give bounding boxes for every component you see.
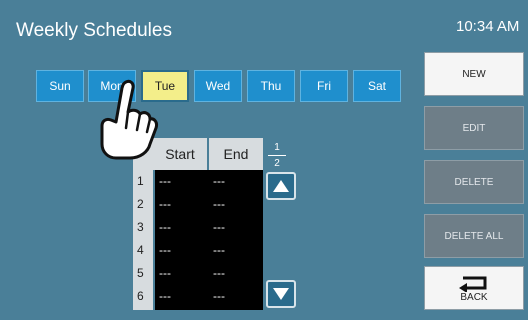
end-cell: --- [213, 197, 225, 211]
day-button-sun[interactable]: Sun [36, 70, 84, 102]
end-cell: --- [213, 243, 225, 257]
row-number: 5 [137, 266, 144, 280]
back-button[interactable]: BACK [424, 266, 524, 310]
page-title: Weekly Schedules [16, 20, 172, 41]
day-button-sat[interactable]: Sat [353, 70, 401, 102]
end-cell: --- [213, 220, 225, 234]
triangle-up-icon [273, 180, 289, 192]
end-cell: --- [213, 174, 225, 188]
end-header: End [209, 138, 263, 170]
row-number: 6 [137, 289, 144, 303]
new-button[interactable]: NEW [424, 52, 524, 96]
table-row[interactable]: 3 --- --- [133, 217, 263, 240]
start-cell: --- [159, 220, 171, 234]
start-cell: --- [159, 174, 171, 188]
start-cell: --- [159, 266, 171, 280]
triangle-down-icon [273, 288, 289, 300]
end-cell: --- [213, 289, 225, 303]
scroll-down-button[interactable] [266, 280, 296, 308]
delete-button[interactable]: DELETE [424, 160, 524, 204]
row-number: 3 [137, 220, 144, 234]
back-label: BACK [460, 291, 488, 303]
edit-button[interactable]: EDIT [424, 106, 524, 150]
current-page: 1 [274, 142, 280, 153]
pointing-hand-icon [100, 79, 158, 160]
day-button-fri[interactable]: Fri [300, 70, 348, 102]
start-cell: --- [159, 197, 171, 211]
page-divider [268, 155, 286, 156]
end-cell: --- [213, 266, 225, 280]
row-number: 4 [137, 243, 144, 257]
clock: 10:34 AM [456, 18, 520, 35]
total-pages: 2 [274, 158, 280, 169]
table-row[interactable]: 5 --- --- [133, 263, 263, 286]
day-button-thu[interactable]: Thu [247, 70, 295, 102]
start-cell: --- [159, 243, 171, 257]
table-row[interactable]: 2 --- --- [133, 194, 263, 217]
row-number: 1 [137, 174, 144, 188]
day-button-wed[interactable]: Wed [194, 70, 242, 102]
table-row[interactable]: 4 --- --- [133, 240, 263, 263]
row-number: 2 [137, 197, 144, 211]
start-cell: --- [159, 289, 171, 303]
page-indicator: 1 2 [266, 142, 288, 169]
table-row[interactable]: 1 --- --- [133, 171, 263, 194]
scroll-up-button[interactable] [266, 172, 296, 200]
delete-all-button[interactable]: DELETE ALL [424, 214, 524, 258]
table-row[interactable]: 6 --- --- [133, 286, 263, 309]
return-arrow-icon [459, 276, 487, 292]
